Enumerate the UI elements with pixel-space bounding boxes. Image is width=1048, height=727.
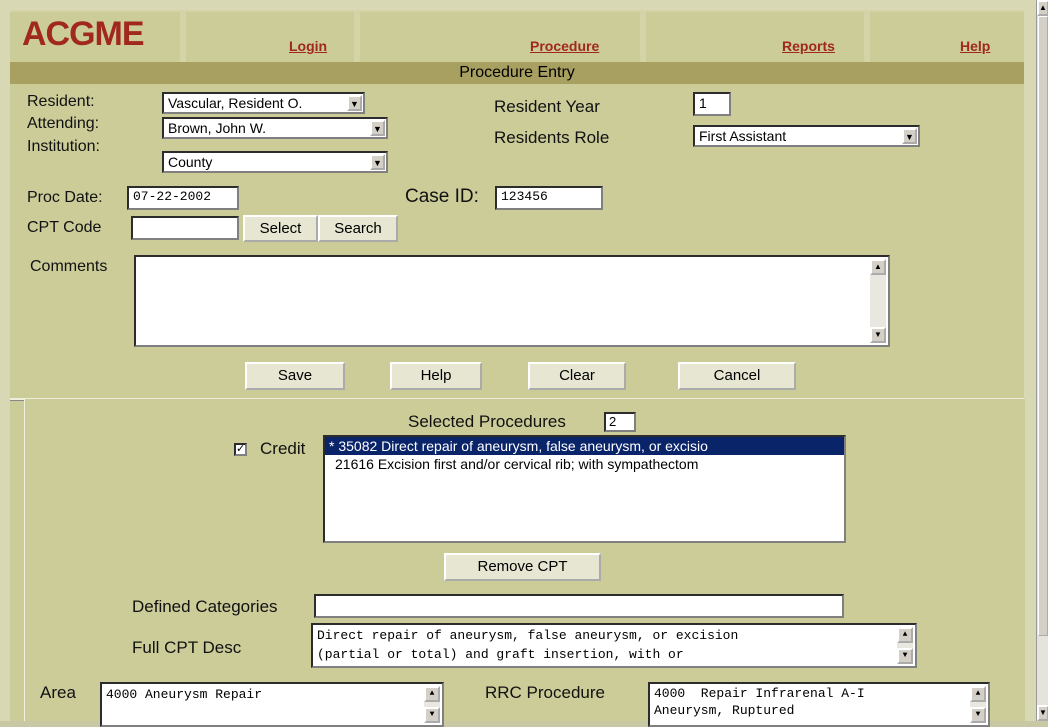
chevron-down-icon[interactable]: ▼	[370, 120, 385, 136]
full-cpt-scrollbar[interactable]: ▲ ▼	[897, 627, 913, 664]
list-item[interactable]: * 35082 Direct repair of aneurysm, false…	[325, 437, 844, 455]
cpt-code-label: CPT Code	[27, 219, 102, 236]
nav-help-link[interactable]: Help	[960, 38, 990, 54]
nav-login-link[interactable]: Login	[289, 38, 327, 54]
scroll-down-icon[interactable]: ▼	[897, 648, 913, 664]
save-button[interactable]: Save	[245, 362, 345, 390]
tab-login-bg	[186, 12, 354, 62]
chevron-down-icon[interactable]: ▼	[370, 154, 385, 170]
scroll-up-icon[interactable]: ▲	[897, 627, 913, 643]
institution-select-value: County	[168, 154, 213, 170]
page-title: Procedure Entry	[10, 62, 1024, 84]
rrc-scrollbar[interactable]: ▲ ▼	[970, 686, 986, 723]
resident-year-label: Resident Year	[494, 97, 600, 116]
full-cpt-desc-label: Full CPT Desc	[132, 638, 242, 657]
comments-textarea[interactable]: ▲ ▼	[134, 255, 890, 347]
resident-year-field[interactable]: 1	[693, 92, 731, 116]
defined-categories-label: Defined Categories	[132, 597, 278, 616]
remove-cpt-button[interactable]: Remove CPT	[444, 553, 601, 581]
residents-role-select[interactable]: First Assistant ▼	[693, 125, 920, 147]
scroll-down-icon[interactable]: ▼	[1037, 705, 1048, 721]
institution-label: Institution:	[27, 138, 100, 155]
list-item[interactable]: 21616 Excision first and/or cervical rib…	[325, 455, 844, 473]
full-cpt-desc-line: Direct repair of aneurysm, false aneurys…	[317, 628, 739, 643]
case-id-field[interactable]: 123456	[495, 186, 603, 210]
help-button[interactable]: Help	[390, 362, 482, 390]
select-button[interactable]: Select	[243, 215, 318, 242]
resident-select[interactable]: Vascular, Resident O. ▼	[162, 92, 365, 114]
area-label: Area	[40, 683, 76, 702]
selected-procedures-title: Selected Procedures	[408, 412, 566, 431]
credit-checkbox[interactable]: ✓	[234, 443, 247, 456]
comments-scrollbar[interactable]: ▲ ▼	[870, 259, 886, 343]
scroll-up-icon[interactable]: ▲	[424, 686, 440, 702]
comments-label: Comments	[30, 258, 108, 275]
residents-role-label: Residents Role	[494, 128, 610, 147]
nav-reports-link[interactable]: Reports	[782, 38, 835, 54]
tab-help-bg	[870, 12, 1024, 62]
chevron-down-icon[interactable]: ▼	[347, 95, 362, 111]
rrc-procedure-line: Aneurysm, Ruptured	[654, 703, 795, 718]
residents-role-value: First Assistant	[699, 128, 787, 144]
search-button[interactable]: Search	[318, 215, 398, 242]
proc-date-field[interactable]: 07-22-2002	[127, 186, 239, 210]
case-id-label: Case ID:	[405, 186, 479, 207]
resident-label: Resident:	[27, 93, 95, 110]
nav-procedure-link[interactable]: Procedure	[530, 38, 599, 54]
rrc-procedure-label: RRC Procedure	[485, 683, 605, 702]
full-cpt-desc-line: (partial or total) and graft insertion, …	[317, 647, 684, 662]
scroll-up-icon[interactable]: ▲	[870, 259, 886, 275]
clear-button[interactable]: Clear	[528, 362, 626, 390]
attending-select[interactable]: Brown, John W. ▼	[162, 117, 388, 139]
credit-label: Credit	[260, 439, 306, 458]
resident-select-value: Vascular, Resident O.	[168, 95, 303, 111]
area-textarea[interactable]: 4000 Aneurysm Repair ▲ ▼	[100, 682, 444, 727]
chevron-down-icon[interactable]: ▼	[902, 128, 917, 144]
window-scrollbar[interactable]: ▲ ▼	[1036, 0, 1048, 721]
scroll-up-icon[interactable]: ▲	[1037, 0, 1048, 16]
cancel-button[interactable]: Cancel	[678, 362, 796, 390]
attending-label: Attending:	[27, 115, 100, 132]
full-cpt-desc-textarea[interactable]: Direct repair of aneurysm, false aneurys…	[311, 623, 917, 668]
acgme-logo: ACGME	[22, 15, 145, 53]
attending-select-value: Brown, John W.	[168, 120, 267, 136]
area-value: 4000 Aneurysm Repair	[106, 687, 263, 702]
proc-date-label: Proc Date:	[27, 189, 103, 206]
area-scrollbar[interactable]: ▲ ▼	[424, 686, 440, 723]
defined-categories-field[interactable]	[314, 594, 844, 618]
scrollbar-thumb[interactable]	[1038, 16, 1048, 636]
scroll-down-icon[interactable]: ▼	[870, 327, 886, 343]
scroll-up-icon[interactable]: ▲	[970, 686, 986, 702]
rrc-procedure-line: 4000 Repair Infrarenal A-I	[654, 686, 865, 701]
tab-reports-bg	[646, 12, 864, 62]
rrc-procedure-textarea[interactable]: 4000 Repair Infrarenal A-I Aneurysm, Rup…	[648, 682, 990, 727]
tab-procedure-bg	[360, 12, 640, 62]
cpt-code-field[interactable]	[131, 216, 239, 240]
selected-count-field: 2	[604, 412, 636, 432]
institution-select[interactable]: County ▼	[162, 151, 388, 173]
selected-procedures-list[interactable]: * 35082 Direct repair of aneurysm, false…	[323, 435, 846, 543]
